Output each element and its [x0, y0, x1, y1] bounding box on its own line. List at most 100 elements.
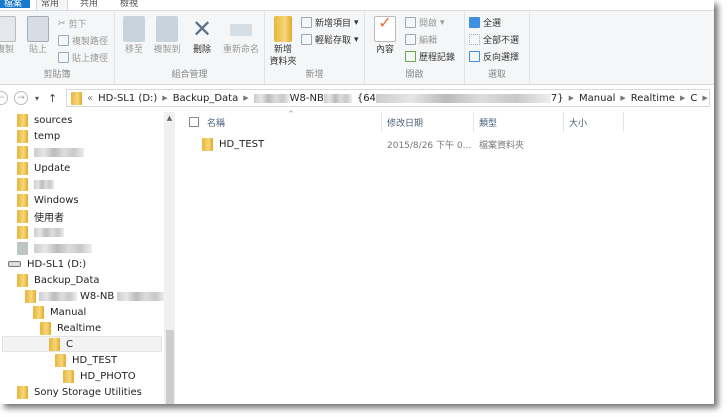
delete-x-icon: ✕ [191, 15, 213, 43]
nav-item-windows[interactable]: Windows [17, 192, 79, 208]
tab-view[interactable]: 檢視 [120, 0, 138, 9]
folder-icon [63, 369, 74, 383]
select-none-button[interactable]: 全部不選 [469, 33, 519, 46]
breadcrumb-backup-data[interactable]: Backup_Data [173, 93, 239, 104]
folder-icon [17, 145, 28, 159]
paste-shortcut-button[interactable]: 貼上捷徑 [58, 51, 108, 64]
breadcrumb-separator[interactable]: ▶ [620, 94, 625, 102]
ribbon: 複製 貼上 ✂ 剪下 複製路徑 貼上捷徑 剪貼簿 移至 複製到 ✕ 刪除 重新命名 … [0, 10, 714, 85]
easy-access-button[interactable]: 輕鬆存取 ▾ [301, 33, 359, 46]
breadcrumb-guid-folder[interactable]: {64 7} [357, 93, 564, 104]
folder-icon [17, 225, 28, 239]
nav-item-redacted[interactable] [17, 144, 84, 160]
nav-item-drive-d[interactable]: HD-SL1 (D:) [8, 256, 86, 272]
edit-button[interactable]: 編輯 [405, 33, 437, 46]
breadcrumb-realtime[interactable]: Realtime [631, 93, 675, 104]
breadcrumb-separator[interactable]: ▶ [243, 94, 248, 102]
breadcrumb-pc-folder[interactable]: W8-NB [253, 93, 352, 104]
group-label: 剪貼簿 [43, 70, 71, 80]
scroll-up-icon[interactable]: ▲ [164, 114, 175, 122]
folder-icon [55, 353, 66, 367]
nav-item-redacted[interactable] [17, 176, 54, 192]
invert-icon [469, 51, 480, 62]
folder-icon [17, 161, 28, 175]
nav-item-backup-data[interactable]: Backup_Data [17, 272, 100, 288]
nav-item-c-selected[interactable]: C [2, 336, 162, 352]
nav-item-sources[interactable]: sources [17, 112, 72, 128]
column-header-size[interactable]: 大小 [564, 112, 624, 132]
file-row[interactable]: HD_TEST 2015/8/26 下午 0... 檔案資料夾 [202, 136, 702, 152]
nav-item-sony-storage[interactable]: Sony Storage Utilities [17, 384, 142, 400]
tab-home[interactable]: 常用 [36, 0, 68, 10]
ribbon-tabs: 檔案 常用 共用 檢視 [0, 0, 714, 10]
breadcrumb-manual[interactable]: Manual [579, 93, 615, 104]
folder-icon [17, 129, 28, 143]
nav-item-hd-photo[interactable]: HD_PHOTO [63, 368, 136, 384]
cut-button[interactable]: ✂ 剪下 [58, 17, 87, 31]
nav-item-pc-folder[interactable]: W8-NB [25, 288, 166, 304]
nav-item-redacted-file[interactable] [17, 240, 92, 256]
paste-button[interactable]: 貼上 [26, 16, 50, 56]
history-button[interactable]: 歷程記錄 [405, 50, 455, 63]
drive-icon [8, 261, 21, 267]
redacted-text [253, 93, 290, 103]
new-folder-button[interactable]: 新增 資料夾 [269, 16, 297, 68]
group-new: 新增 資料夾 新增項目 ▾ 輕鬆存取 ▾ 新增 [265, 11, 365, 84]
properties-button[interactable]: ✓ 內容 [373, 15, 397, 56]
file-modified: 2015/8/26 下午 0... [387, 140, 472, 151]
group-open: ✓ 內容 開啟 ▾ 編輯 歷程記錄 開啟 [365, 11, 465, 84]
column-header-type[interactable]: 類型 [474, 112, 564, 132]
recent-dropdown-icon[interactable]: ▾ [35, 94, 39, 103]
overflow-chevron[interactable]: « [87, 93, 93, 104]
explorer-window: 檔案 常用 共用 檢視 複製 貼上 ✂ 剪下 複製路徑 貼上捷徑 剪貼簿 移至 複… [0, 0, 714, 404]
move-to-button[interactable]: 移至 [122, 16, 146, 56]
folder-icon [202, 137, 213, 151]
folder-icon [49, 337, 60, 351]
breadcrumb-separator[interactable]: ▶ [702, 94, 707, 102]
tab-file[interactable]: 檔案 [0, 0, 30, 9]
copy-path-button[interactable]: 複製路徑 [58, 34, 108, 47]
delete-button[interactable]: ✕ 刪除 [190, 16, 214, 56]
nav-item-realtime[interactable]: Realtime [40, 320, 101, 336]
redacted-text [375, 93, 551, 103]
redacted-text [117, 291, 166, 301]
tab-share[interactable]: 共用 [80, 0, 98, 9]
breadcrumb-c[interactable]: C [690, 93, 697, 104]
group-clipboard: 複製 貼上 ✂ 剪下 複製路徑 貼上捷徑 剪貼簿 [0, 11, 115, 84]
select-all-checkbox[interactable] [189, 117, 199, 127]
nav-item-manual[interactable]: Manual [33, 304, 86, 320]
up-arrow-icon[interactable]: ↑ [48, 92, 57, 105]
nav-item-hd-test[interactable]: HD_TEST [55, 352, 117, 368]
column-header-modified[interactable]: 修改日期 [382, 112, 474, 132]
invert-selection-button[interactable]: 反向選擇 [469, 50, 519, 63]
redacted-text [34, 179, 54, 189]
redacted-text [34, 243, 92, 253]
copy-to-button[interactable]: 複製到 [152, 16, 182, 56]
back-button[interactable]: ← [0, 91, 8, 105]
new-item-icon [301, 17, 312, 28]
address-row: ← → ▾ ↑ « HD-SL1 (D:) ▶ Backup_Data ▶ W8-N… [0, 88, 714, 108]
breadcrumb-separator[interactable]: ▶ [680, 94, 685, 102]
forward-button[interactable]: → [14, 91, 28, 105]
breadcrumb-drive[interactable]: HD-SL1 (D:) [98, 93, 157, 104]
column-header-name[interactable]: 名稱 ^ [184, 110, 382, 132]
rename-button[interactable]: 重新命名 [220, 16, 262, 56]
group-label: 選取 [487, 70, 506, 80]
breadcrumb-separator[interactable]: ▶ [569, 94, 574, 102]
nav-item-redacted[interactable] [17, 224, 64, 240]
select-all-button[interactable]: 全選 [469, 16, 501, 29]
select-all-icon [469, 17, 480, 28]
scrollbar-thumb[interactable] [166, 330, 174, 404]
nav-item-users[interactable]: 使用者 [17, 208, 64, 224]
nav-item-update[interactable]: Update [17, 160, 70, 176]
breadcrumb-separator[interactable]: ▶ [162, 94, 167, 102]
sort-ascending-icon: ^ [288, 110, 294, 118]
rename-icon [230, 24, 252, 36]
new-item-button[interactable]: 新增項目 ▾ [301, 16, 359, 29]
properties-check-icon: ✓ [374, 15, 396, 42]
copy-button[interactable]: 複製 [0, 16, 16, 56]
address-bar[interactable]: « HD-SL1 (D:) ▶ Backup_Data ▶ W8-NB {64 7} ▶… [66, 89, 710, 107]
redacted-text [34, 227, 64, 237]
open-button[interactable]: 開啟 ▾ [405, 16, 445, 29]
nav-item-temp[interactable]: temp [17, 128, 60, 144]
